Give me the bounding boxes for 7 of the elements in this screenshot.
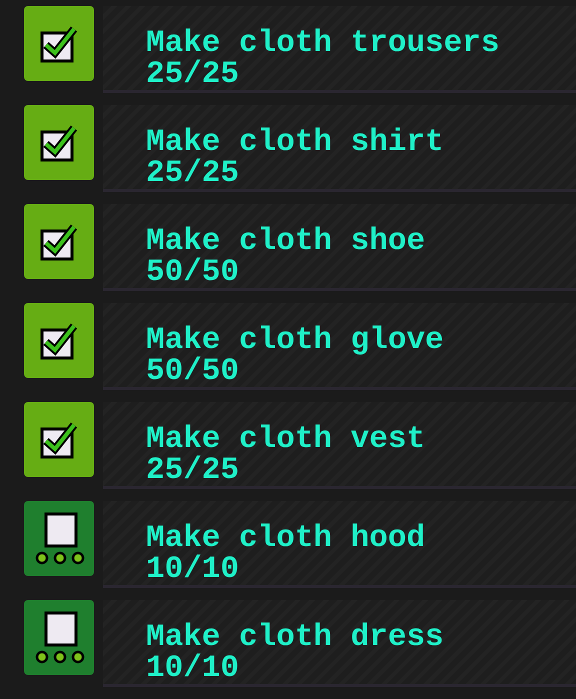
task-title: Make cloth shirt <box>146 127 445 158</box>
task-title: Make cloth vest <box>146 424 426 455</box>
task-title: Make cloth glove <box>146 325 445 356</box>
task-title: Make cloth trousers <box>146 28 500 59</box>
task-title: Make cloth shoe <box>146 226 426 257</box>
task-title: Make cloth dress <box>146 622 445 653</box>
task-title: Make cloth hood <box>146 523 426 554</box>
